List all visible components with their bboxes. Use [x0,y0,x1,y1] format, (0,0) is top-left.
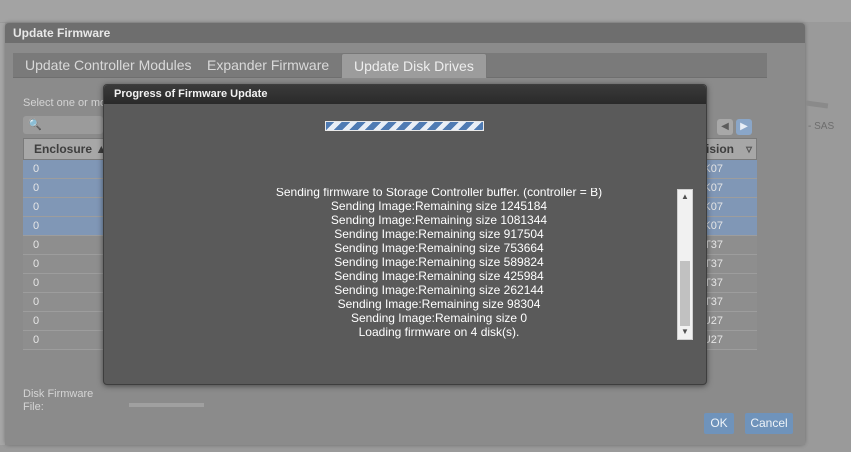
log-line: Sending Image:Remaining size 98304 [337,297,541,311]
log-line: Sending Image:Remaining size 1081344 [330,213,548,227]
log-lines: Sending firmware to Storage Controller b… [204,188,674,339]
enclosure-cell: 0 [33,315,40,327]
scroll-up-icon[interactable]: ▲ [678,190,692,204]
log-line: Sending Image:Remaining size 753664 [334,241,544,255]
enclosure-cell: 0 [33,334,40,346]
pager: ◀ ▶ [717,116,755,135]
scroll-thumb[interactable] [680,261,690,326]
previous-page-icon[interactable]: ◀ [717,119,733,135]
select-disks-label: Select one or mo [23,97,107,109]
update-firmware-title: Update Firmware [5,23,805,43]
filter-icon[interactable]: ▿ [746,142,752,156]
enclosure-cell: 0 [33,201,40,213]
tab-expander-firmware[interactable]: Expander Firmware [195,53,341,77]
tab-update-disk-drives[interactable]: Update Disk Drives [341,53,487,78]
search-input[interactable]: 🔍 [23,116,103,134]
log-line: Sending Image:Remaining size 1245184 [330,199,548,213]
next-page-icon[interactable]: ▶ [736,119,752,135]
enclosure-cell: 0 [33,182,40,194]
log-line: Sending Image:Remaining size 0 [350,311,528,325]
enclosure-column-header[interactable]: Enclosure ▲ [34,142,107,156]
enclosure-cell: 0 [33,239,40,251]
progress-modal: Progress of Firmware Update Sending firm… [103,84,707,385]
log-line: Sending Image:Remaining size 262144 [334,283,544,297]
background-toolbar [0,0,851,22]
search-icon: 🔍 [28,119,42,131]
enclosure-cell: 0 [33,296,40,308]
disk-firmware-file-label: Disk Firmware File: [23,388,94,413]
tab-bar: Update Controller Modules Expander Firmw… [13,53,767,78]
scroll-down-icon[interactable]: ▼ [678,325,692,339]
log-line: Loading firmware on 4 disk(s). [358,325,520,339]
progress-bar [325,121,484,131]
background-sas-label: - SAS [808,121,835,132]
progress-modal-title: Progress of Firmware Update [104,85,706,104]
enclosure-cell: 0 [33,220,40,232]
ok-button[interactable]: OK [704,413,734,434]
disk-firmware-file-input[interactable] [129,403,204,407]
enclosure-cell: 0 [33,277,40,289]
log-line: Sending Image:Remaining size 917504 [334,227,544,241]
log-line: Sending Image:Remaining size 425984 [334,269,544,283]
log-scrollbar[interactable]: ▲ ▼ [677,189,693,340]
enclosure-cell: 0 [33,163,40,175]
enclosure-cell: 0 [33,258,40,270]
tab-update-controller-modules[interactable]: Update Controller Modules [13,53,204,77]
log-line: Sending firmware to Storage Controller b… [275,188,603,199]
log-line: Sending Image:Remaining size 589824 [334,255,544,269]
log-output: Sending firmware to Storage Controller b… [204,188,694,341]
cancel-button[interactable]: Cancel [745,413,793,434]
